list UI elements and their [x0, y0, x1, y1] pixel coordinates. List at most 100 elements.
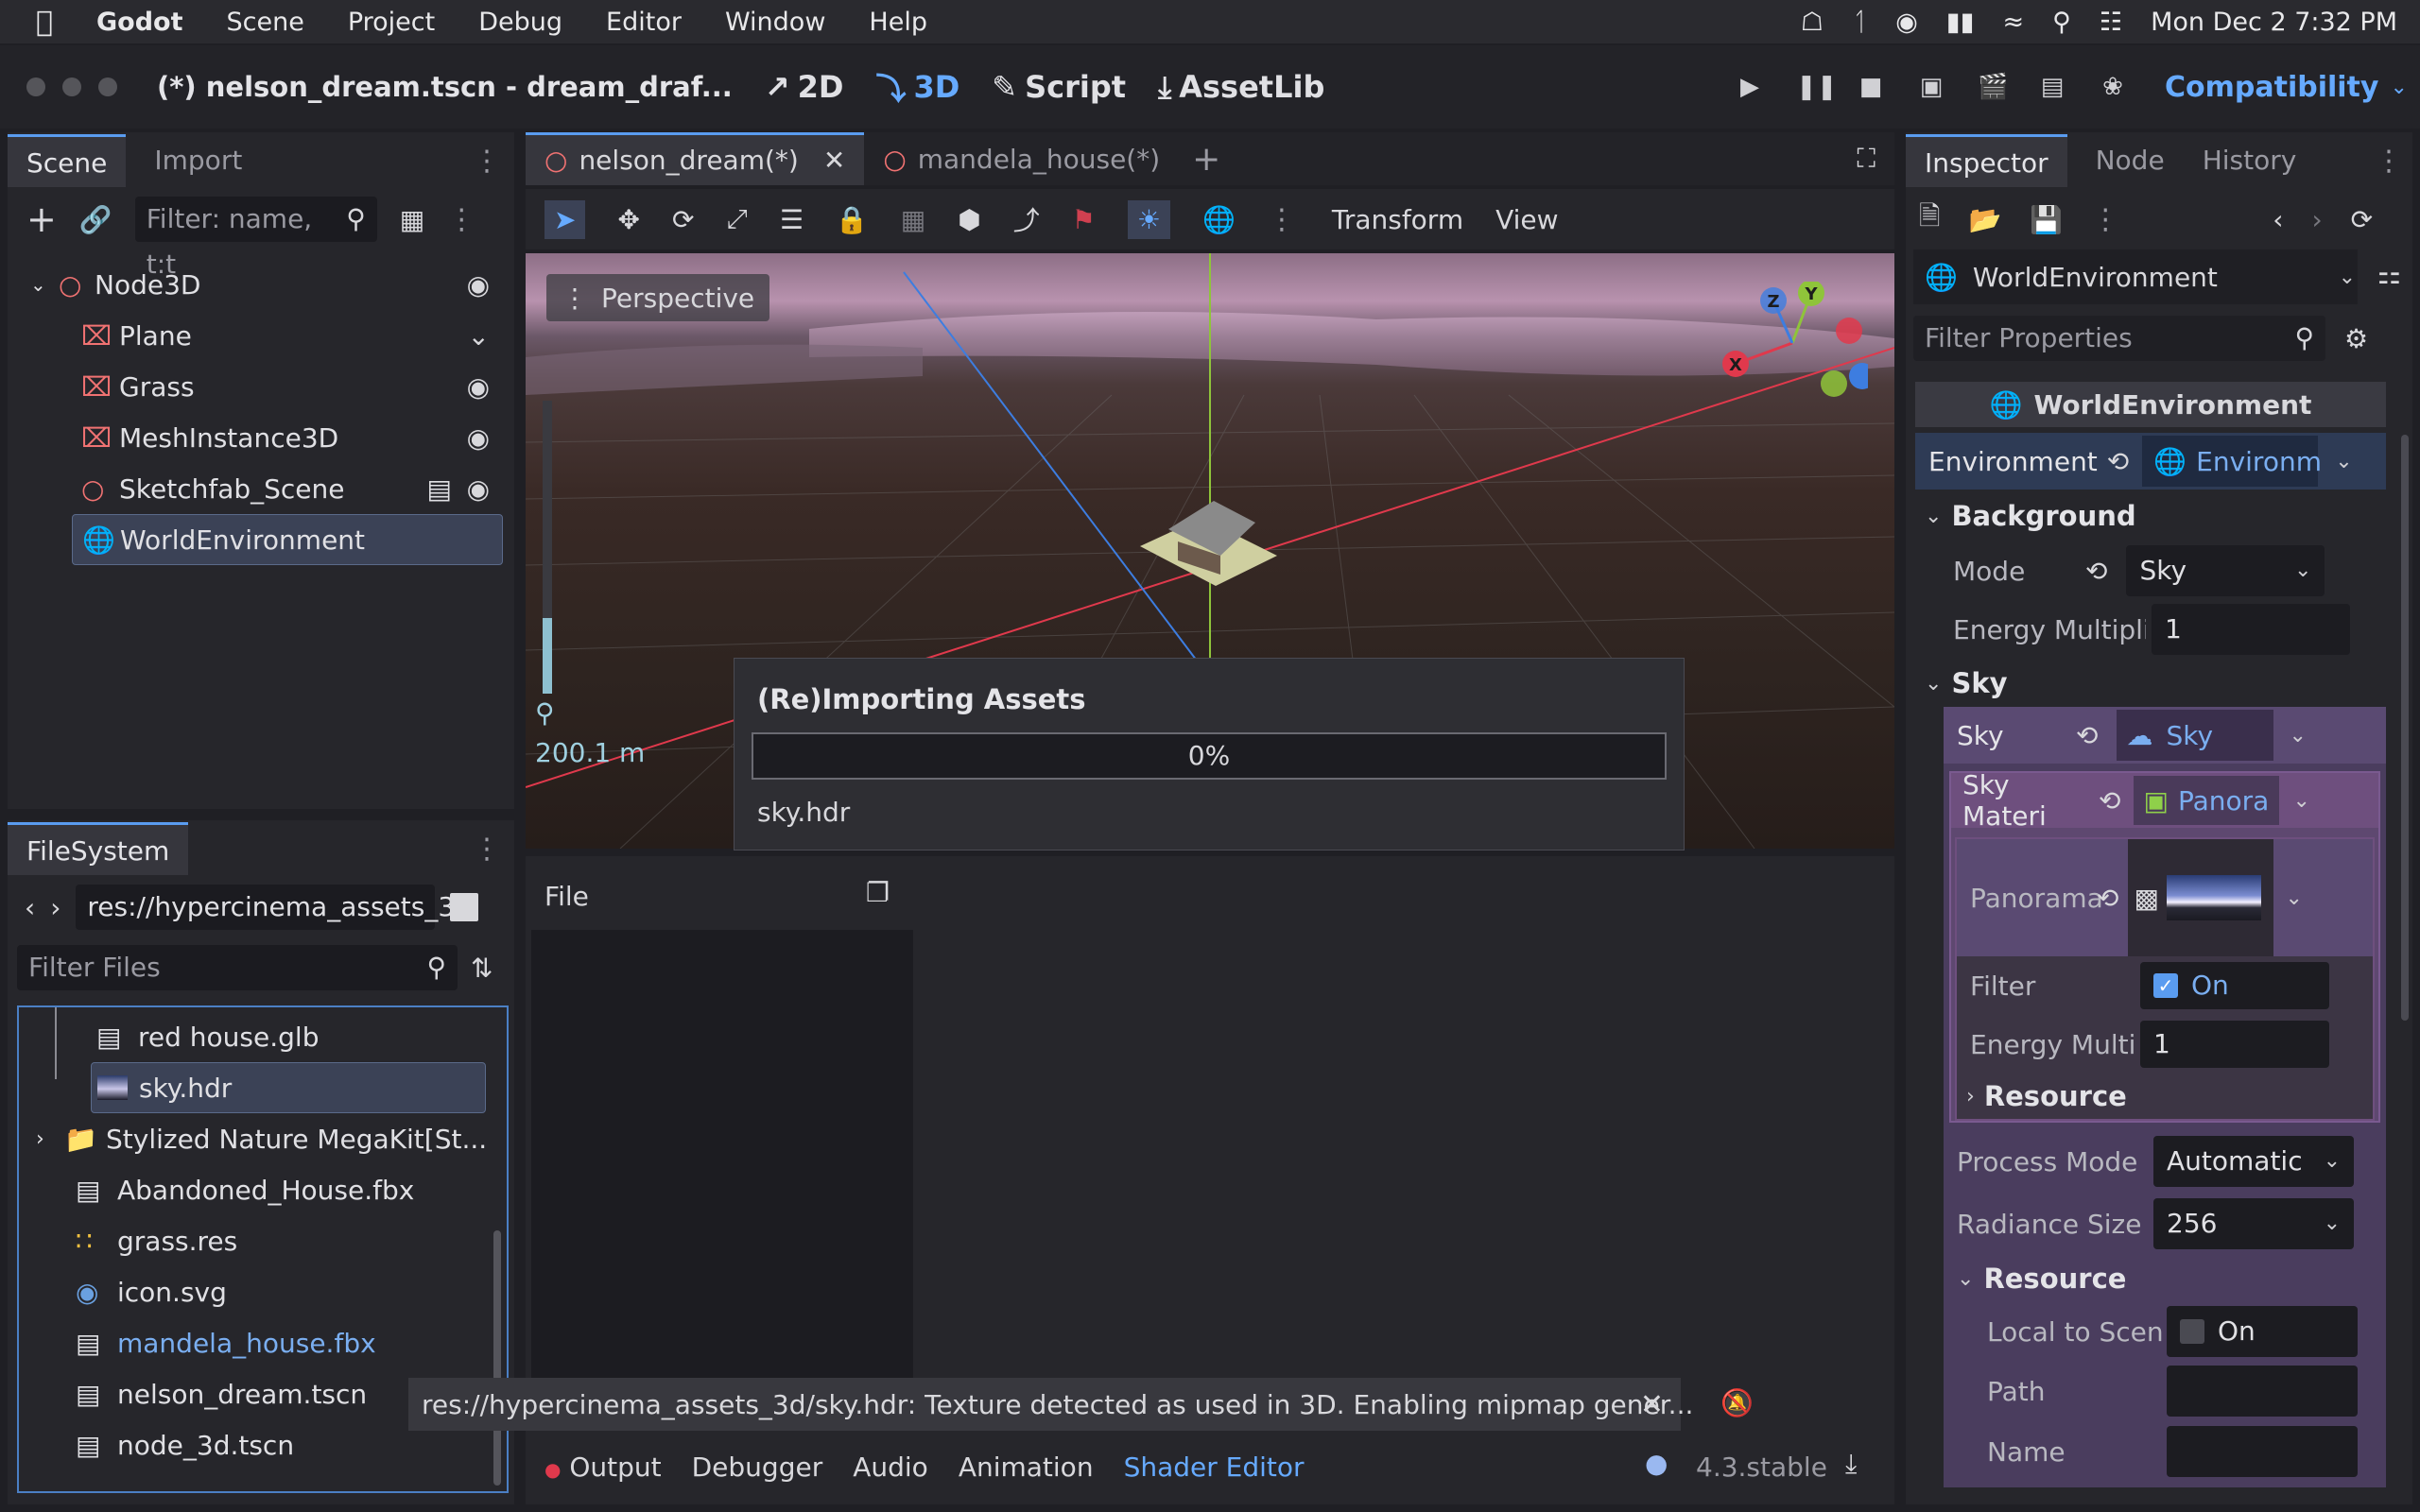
open-folder-icon[interactable]: 📂: [1969, 204, 2002, 235]
play-scene-icon[interactable]: 🎬: [1978, 73, 2008, 101]
tree-node-plane[interactable]: ⌧ Plane ⌄: [17, 310, 505, 361]
tab-debugger[interactable]: Debugger: [692, 1452, 823, 1483]
panorama-texture-picker[interactable]: ▩: [2128, 839, 2274, 956]
filesystem-path-input[interactable]: res://hypercinema_assets_3: [76, 885, 455, 930]
background-section[interactable]: ⌄ Background: [1915, 490, 2386, 542]
revert-icon[interactable]: ⟲: [2085, 556, 2107, 587]
name-input[interactable]: [2167, 1426, 2358, 1477]
tab-output[interactable]: ● Output: [544, 1452, 662, 1483]
gizmo-neg-y-handle[interactable]: [1821, 370, 1847, 397]
scene-kebab-icon[interactable]: ⋮: [447, 203, 475, 236]
play-custom-scene-icon[interactable]: ▤: [2038, 73, 2066, 101]
collapse-arrow-icon[interactable]: ⌄: [30, 273, 59, 296]
energy-spinbox[interactable]: 1: [2152, 604, 2350, 655]
window-zoom-button[interactable]: [98, 77, 117, 96]
inspector-kebab-icon[interactable]: ⋮: [2091, 203, 2119, 236]
play-icon[interactable]: ▶: [1736, 73, 1764, 101]
file-abandoned-house[interactable]: ▤ Abandoned_House.fbx: [19, 1164, 507, 1215]
orientation-gizmo[interactable]: Y X Z: [1717, 282, 1868, 414]
filter-files-input[interactable]: Filter Files ⚲: [17, 945, 458, 990]
add-tab-icon[interactable]: +: [1192, 140, 1220, 179]
instantiate-scene-icon[interactable]: ▦: [400, 204, 424, 235]
close-icon[interactable]: ✕: [1640, 1388, 1664, 1421]
visibility-hidden-icon[interactable]: ⌄: [468, 320, 490, 352]
chevron-down-icon[interactable]: ⌄: [2292, 789, 2309, 813]
movie-maker-icon[interactable]: ❀: [2099, 73, 2127, 101]
scale-tool-icon[interactable]: ⤢: [726, 203, 747, 235]
group-icon[interactable]: ▦: [901, 204, 925, 235]
file-sky-hdr[interactable]: sky.hdr: [91, 1062, 486, 1113]
sky-resource-section[interactable]: ⌄ Resource: [1944, 1255, 2386, 1302]
panorama-resource-section[interactable]: › Resource: [1957, 1074, 2373, 1119]
back-arrow-icon[interactable]: ‹: [25, 892, 35, 923]
zoom-icon[interactable]: ⚲: [535, 697, 555, 729]
kebab-menu-icon[interactable]: ⋮: [2375, 145, 2403, 178]
close-icon[interactable]: ✕: [823, 145, 845, 176]
tab-inspector[interactable]: Inspector: [1906, 134, 2067, 187]
file-tree-scrollbar[interactable]: [493, 1230, 501, 1486]
expand-arrow-icon[interactable]: ›: [36, 1127, 64, 1151]
filter-checkbox[interactable]: ✓ On: [2140, 962, 2329, 1009]
radiance-size-select[interactable]: 256 ⌄: [2153, 1198, 2354, 1249]
tab-animation[interactable]: Animation: [959, 1452, 1094, 1483]
tree-node-grass[interactable]: ⌧ Grass ◉: [17, 361, 505, 412]
menu-project[interactable]: Project: [348, 8, 435, 37]
kebab-menu-icon[interactable]: ⋮: [473, 145, 501, 178]
distraction-free-icon[interactable]: ⛶: [1857, 143, 1876, 175]
menu-app-name[interactable]: Godot: [96, 8, 183, 37]
chevron-down-icon[interactable]: ⌄: [2335, 450, 2352, 473]
spotlight-search-icon[interactable]: ⚲: [2052, 8, 2071, 37]
tab-shader-editor[interactable]: Shader Editor: [1124, 1452, 1305, 1483]
sky-section[interactable]: ⌄ Sky: [1915, 660, 2386, 707]
sun-preview-icon[interactable]: ☀: [1127, 199, 1170, 239]
stop-icon[interactable]: ■: [1857, 73, 1885, 101]
filter-properties-input[interactable]: Filter Properties ⚲: [1913, 316, 2325, 361]
status-shield-icon[interactable]: ☖: [1801, 8, 1824, 37]
environment-resource-picker[interactable]: 🌐 Environm: [2142, 436, 2322, 487]
perspective-menu[interactable]: ⋮ Perspective: [546, 274, 770, 321]
zoom-slider[interactable]: [543, 401, 552, 694]
path-input[interactable]: [2167, 1366, 2358, 1417]
view-menu[interactable]: View: [1495, 204, 1558, 235]
list-select-icon[interactable]: ☰: [780, 204, 804, 235]
split-view-icon[interactable]: [450, 893, 479, 921]
menu-scene[interactable]: Scene: [227, 8, 304, 37]
menu-help[interactable]: Help: [869, 8, 927, 37]
sky-energy-spinbox[interactable]: 1: [2140, 1021, 2329, 1068]
remote-debug-icon[interactable]: ▣: [1917, 73, 1945, 101]
wifi-icon[interactable]: ≈: [2002, 8, 2024, 37]
workspace-2d-button[interactable]: ↗ 2D: [765, 69, 844, 105]
visibility-eye-icon[interactable]: ◉: [467, 422, 490, 454]
add-node-icon[interactable]: +: [26, 198, 57, 240]
workspace-script-button[interactable]: ✎ Script: [992, 69, 1126, 105]
revert-icon[interactable]: ⟲: [2097, 883, 2118, 914]
tree-node-sketchfab-scene[interactable]: ○ Sketchfab_Scene ▤ ◉: [17, 463, 505, 514]
history-forward-icon[interactable]: ›: [2311, 204, 2322, 235]
process-mode-select[interactable]: Automatic ⌄: [2153, 1136, 2354, 1187]
tab-import[interactable]: Import: [135, 134, 261, 187]
control-center-icon[interactable]: ☷: [2100, 8, 2122, 37]
tab-node[interactable]: Node: [2077, 134, 2184, 187]
renderer-select[interactable]: Compatibility: [2165, 71, 2378, 104]
kebab-menu-icon[interactable]: ⋮: [473, 833, 501, 866]
pin-panel-icon[interactable]: ⤓: [1845, 1448, 1857, 1480]
object-history-icon[interactable]: ⟳: [2351, 204, 2373, 235]
tab-filesystem[interactable]: FileSystem: [8, 822, 189, 875]
save-icon[interactable]: 💾: [2030, 204, 2063, 235]
lock-icon[interactable]: 🔒: [836, 204, 869, 235]
camera-preview-icon[interactable]: ⚑: [1072, 204, 1096, 235]
menu-window[interactable]: Window: [725, 8, 825, 37]
window-minimize-button[interactable]: [62, 77, 81, 96]
visibility-eye-icon[interactable]: ◉: [467, 371, 490, 403]
link-icon[interactable]: 🔗: [79, 204, 112, 235]
menu-debug[interactable]: Debug: [478, 8, 562, 37]
bluetooth-icon[interactable]: ᛐ: [1852, 8, 1867, 37]
transform-menu[interactable]: Transform: [1332, 204, 1463, 235]
scene-tab-mandela-house[interactable]: ○ mandela_house(*): [864, 132, 1179, 185]
local-to-scene-checkbox[interactable]: On: [2167, 1306, 2358, 1357]
local-space-icon[interactable]: ⬢: [958, 204, 980, 235]
tree-node-meshinstance3d[interactable]: ⌧ MeshInstance3D ◉: [17, 412, 505, 463]
environment-preview-icon[interactable]: 🌐: [1202, 204, 1236, 235]
folder-stylized-nature[interactable]: › 📁 Stylized Nature MegaKit[St...: [19, 1113, 507, 1164]
move-tool-icon[interactable]: ✥: [617, 204, 639, 235]
